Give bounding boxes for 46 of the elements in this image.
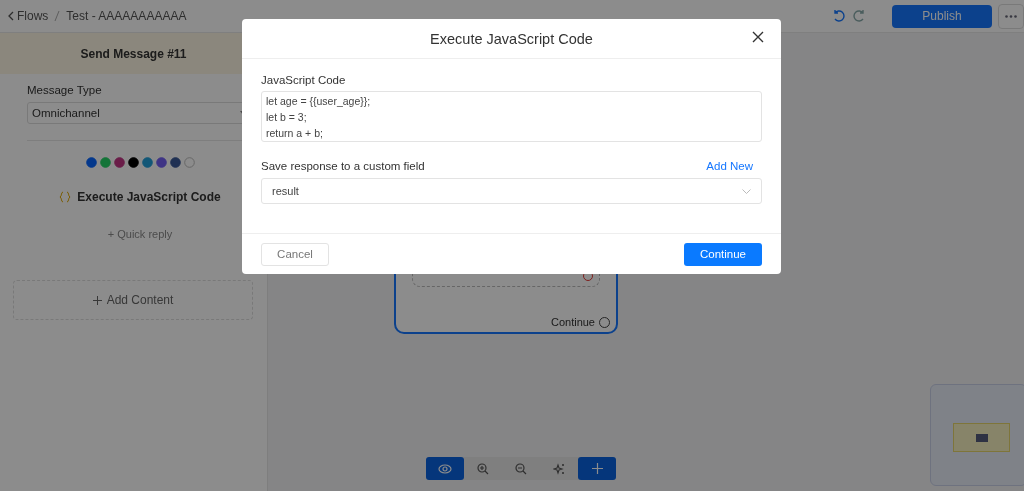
dialog-title: Execute JavaScript Code [430, 30, 593, 47]
channel-icon [127, 157, 139, 168]
flow-title: Test - AAAAAAAAAAA [66, 9, 187, 23]
code-editor[interactable]: let age = {{user_age}}; let b = 3; return a + b; [261, 91, 762, 142]
code-line: let b = 3; [266, 110, 308, 125]
sparkle-icon [553, 462, 565, 475]
channel-icon [85, 157, 97, 168]
toolbar-button[interactable] [578, 457, 616, 480]
channel-icon [155, 157, 167, 168]
zoom-out-icon [515, 462, 527, 475]
output-label: Continue [550, 316, 595, 328]
eye-icon [438, 463, 452, 474]
close-icon [752, 31, 764, 43]
close-button[interactable] [751, 31, 765, 45]
plus-icon [591, 463, 603, 474]
braces-icon [59, 191, 72, 203]
publish-button[interactable]: Publish [892, 4, 992, 28]
field-label: Save response to a custom field [261, 160, 425, 172]
custom-field-select[interactable]: result [261, 178, 762, 204]
add-new-link[interactable]: Add New [706, 160, 753, 172]
toolbar-button[interactable] [426, 457, 464, 480]
field-label: JavaScript Code [261, 74, 347, 86]
channel-icon [183, 157, 195, 168]
channel-icon [141, 157, 153, 168]
code-line: let age = {{user_age}}; [266, 94, 372, 109]
undo-icon[interactable] [832, 9, 846, 23]
redo-icon[interactable] [852, 9, 866, 23]
channel-icon [169, 157, 181, 168]
field-label: Message Type [27, 84, 103, 96]
slash-separator-icon [54, 10, 61, 22]
zoom-in-icon [477, 462, 489, 475]
code-line: return a + b; [266, 126, 324, 141]
back-icon[interactable] [8, 11, 14, 21]
breadcrumb-link[interactable]: Flows [17, 9, 49, 23]
block-title: Execute JavaScript Code [77, 190, 221, 204]
continue-button[interactable]: Continue [684, 242, 762, 266]
minimap-node [953, 423, 1010, 452]
cancel-button[interactable]: Cancel [261, 242, 329, 266]
quick-reply-button[interactable]: + Quick reply [107, 228, 173, 240]
channel-icon [99, 157, 111, 168]
add-content-button[interactable]: Add Content [13, 280, 253, 320]
plus-icon [92, 295, 102, 305]
more-icon [1005, 14, 1017, 18]
channel-icon [113, 157, 125, 168]
more-button[interactable] [998, 3, 1024, 29]
chevron-down-icon [742, 188, 751, 194]
